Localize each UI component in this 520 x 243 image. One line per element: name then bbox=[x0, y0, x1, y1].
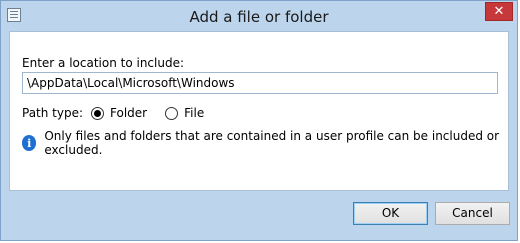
radio-file-label: File bbox=[184, 106, 205, 120]
info-row: i Only files and folders that are contai… bbox=[22, 129, 508, 157]
radio-folder[interactable] bbox=[91, 106, 105, 120]
info-icon: i bbox=[22, 135, 37, 151]
title-bar[interactable]: Add a file or folder ✕ bbox=[1, 1, 517, 31]
location-input[interactable] bbox=[22, 72, 498, 94]
path-type-label: Path type: bbox=[22, 106, 84, 120]
cancel-button[interactable]: Cancel bbox=[435, 202, 510, 225]
radio-file-option[interactable]: File bbox=[165, 106, 204, 120]
dialog-footer: OK Cancel bbox=[1, 191, 517, 240]
dialog-window: Add a file or folder ✕ Enter a location … bbox=[0, 0, 518, 241]
info-text: Only files and folders that are containe… bbox=[44, 129, 500, 157]
path-type-row: Path type: Folder File bbox=[22, 105, 222, 121]
dialog-title: Add a file or folder bbox=[189, 8, 329, 26]
ok-button[interactable]: OK bbox=[353, 202, 428, 225]
radio-folder-option[interactable]: Folder bbox=[91, 106, 147, 120]
location-label: Enter a location to include: bbox=[22, 56, 184, 70]
radio-file[interactable] bbox=[165, 106, 179, 120]
radio-folder-label: Folder bbox=[110, 106, 148, 120]
dialog-content: Enter a location to include: Path type: … bbox=[9, 31, 509, 191]
close-button[interactable]: ✕ bbox=[485, 2, 513, 21]
